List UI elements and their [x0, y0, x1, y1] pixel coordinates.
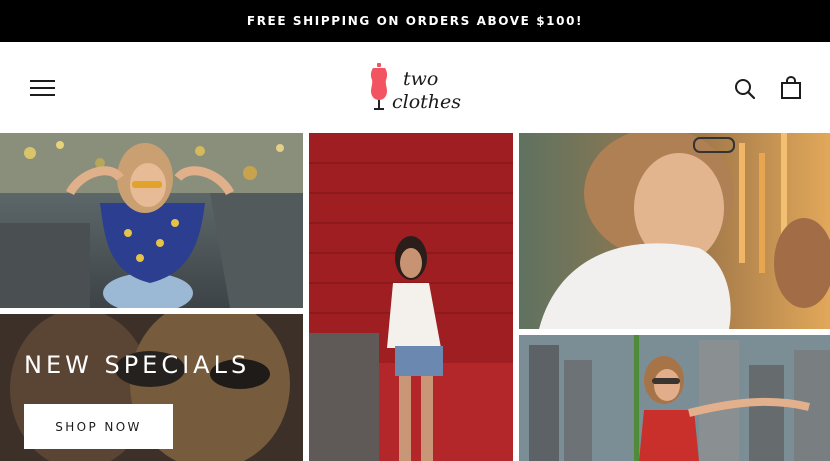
- hamburger-menu-icon[interactable]: [30, 79, 55, 97]
- photo-fair-woman: [0, 133, 303, 308]
- site-header: two clothes: [0, 42, 830, 133]
- photo-man-glasses: [519, 133, 830, 329]
- search-icon[interactable]: [734, 78, 756, 100]
- shopping-bag-icon[interactable]: [780, 76, 802, 100]
- shop-now-button[interactable]: SHOP NOW: [24, 404, 173, 449]
- announcement-bar: FREE SHIPPING ON ORDERS ABOVE $100!: [0, 0, 830, 42]
- dress-form-icon: [370, 63, 388, 110]
- announcement-text: FREE SHIPPING ON ORDERS ABOVE $100!: [246, 14, 584, 28]
- photo-swing-woman: [519, 335, 830, 461]
- promo-title: NEW SPECIALS: [24, 351, 251, 379]
- logo-line-1: two: [403, 68, 439, 90]
- photo-red-wall-woman: [309, 133, 513, 461]
- hero-gallery: NEW SPECIALS SHOP NOW: [0, 133, 830, 461]
- logo-line-2: clothes: [392, 91, 462, 113]
- site-logo[interactable]: two clothes: [368, 60, 478, 120]
- logo-wordmark: two clothes: [392, 68, 482, 114]
